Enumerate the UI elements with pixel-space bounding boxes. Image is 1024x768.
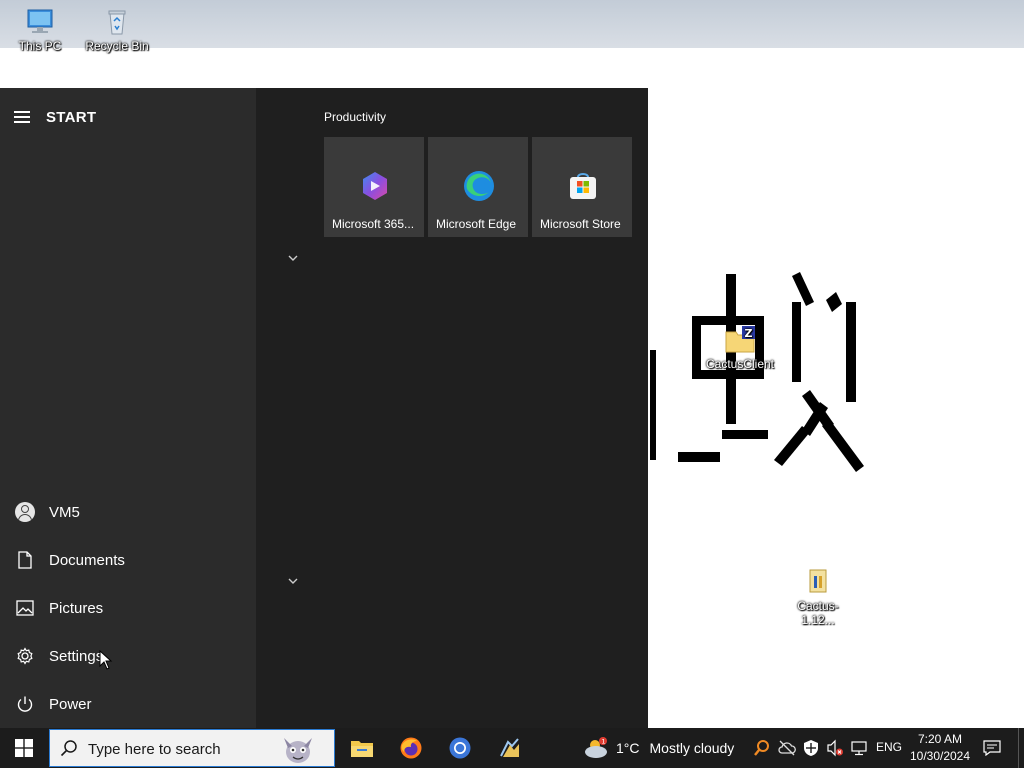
tile-group-title: Productivity (324, 110, 387, 124)
desktop-icon-label: This PC (18, 39, 62, 53)
search-highlight-illustration-icon (284, 738, 312, 763)
volume-muted-icon[interactable] (826, 739, 844, 757)
taskbar-file-explorer[interactable] (338, 728, 386, 768)
weather-temp: 1°C (616, 740, 640, 756)
weather-widget[interactable]: 1 1°C Mostly cloudy (582, 728, 734, 768)
notification-icon (983, 740, 1001, 756)
mouse-cursor-icon (99, 650, 113, 670)
firefox-icon (400, 737, 422, 759)
start-item-label: Settings (49, 647, 104, 665)
clock-time: 7:20 AM (917, 732, 963, 746)
desktop-icon-cactusclient[interactable]: Z CactusClient (704, 326, 776, 371)
folder-zip-icon: Z (724, 326, 756, 354)
clock-date: 10/30/2024 (909, 749, 971, 763)
show-desktop-button[interactable] (1018, 728, 1024, 768)
start-item-pictures[interactable]: Pictures (0, 586, 256, 630)
clock[interactable]: 7:20 AM 10/30/2024 (906, 731, 974, 765)
start-item-power[interactable]: Power (0, 682, 256, 726)
taskbar: Type here to search 1 1°C Mostly cloudy … (0, 728, 1024, 768)
windows-logo-icon (15, 739, 33, 757)
start-item-user[interactable]: VM5 (0, 490, 256, 534)
tile-label: Microsoft Edge (436, 217, 517, 231)
microsoft-365-icon (363, 172, 387, 200)
start-item-label: Pictures (49, 599, 104, 617)
tile-microsoft-store[interactable]: Microsoft Store (532, 137, 632, 237)
start-menu-header[interactable]: START (14, 106, 96, 128)
search-placeholder: Type here to search (88, 741, 221, 758)
file-explorer-icon (351, 741, 373, 757)
notifications-button[interactable] (980, 728, 1004, 768)
chrome-icon (449, 737, 471, 759)
weather-condition: Mostly cloudy (649, 740, 735, 756)
store-icon (570, 173, 596, 199)
wallpaper-glyph-art (650, 272, 864, 472)
taskbar-app[interactable] (486, 728, 534, 768)
start-item-settings[interactable]: Settings (0, 634, 256, 678)
start-item-label: Power (49, 695, 92, 713)
tile-microsoft-365[interactable]: Microsoft 365... (324, 137, 424, 237)
chevron-down-icon[interactable] (286, 576, 300, 586)
security-shield-icon[interactable] (802, 739, 820, 757)
desktop-wallpaper-band (0, 0, 1024, 48)
network-icon[interactable] (850, 739, 868, 757)
computer-icon (24, 8, 56, 36)
start-button[interactable] (0, 728, 48, 768)
desktop-icon-label: Recycle Bin (85, 39, 149, 53)
start-item-documents[interactable]: Documents (0, 538, 256, 582)
hamburger-menu-icon[interactable] (14, 110, 32, 124)
power-icon (14, 693, 36, 715)
desktop-icon-recycle-bin[interactable]: Recycle Bin (81, 8, 153, 53)
chevron-down-icon[interactable] (286, 253, 300, 263)
start-menu-title: START (46, 108, 97, 126)
document-icon (14, 549, 36, 571)
search-icon (60, 740, 77, 757)
edge-icon (464, 171, 494, 201)
desktop-icon-label: Cactus-1.12... (797, 599, 839, 627)
gear-icon (14, 645, 36, 667)
desktop-icon-cactus-installer[interactable]: Cactus-1.12... (782, 568, 854, 627)
recycle-bin-icon (101, 8, 133, 36)
user-avatar-icon (14, 501, 36, 523)
app-icon (500, 738, 519, 757)
start-menu-sidebar: START VM5 Documents Pictures Settings Po… (0, 88, 256, 728)
start-menu: START VM5 Documents Pictures Settings Po… (0, 88, 648, 728)
search-tray-icon[interactable] (753, 739, 771, 757)
weather-badge: 1 (601, 738, 605, 746)
taskbar-search-box[interactable]: Type here to search (49, 729, 335, 767)
pictures-icon (14, 597, 36, 619)
svg-text:Z: Z (745, 327, 753, 340)
tile-label: Microsoft 365... (332, 217, 415, 231)
desktop-icon-this-pc[interactable]: This PC (4, 8, 76, 53)
cloud-weather-icon: 1 (585, 737, 607, 758)
desktop-icon-label: CactusClient (705, 357, 775, 371)
tile-label: Microsoft Store (540, 217, 621, 231)
taskbar-chrome[interactable] (436, 728, 484, 768)
taskbar-firefox[interactable] (387, 728, 435, 768)
installer-icon (802, 568, 834, 596)
tile-microsoft-edge[interactable]: Microsoft Edge (428, 137, 528, 237)
start-item-label: Documents (49, 551, 125, 569)
language-indicator[interactable]: ENG (876, 740, 902, 754)
cloud-offline-icon[interactable] (778, 739, 796, 757)
start-item-label: VM5 (49, 503, 80, 521)
